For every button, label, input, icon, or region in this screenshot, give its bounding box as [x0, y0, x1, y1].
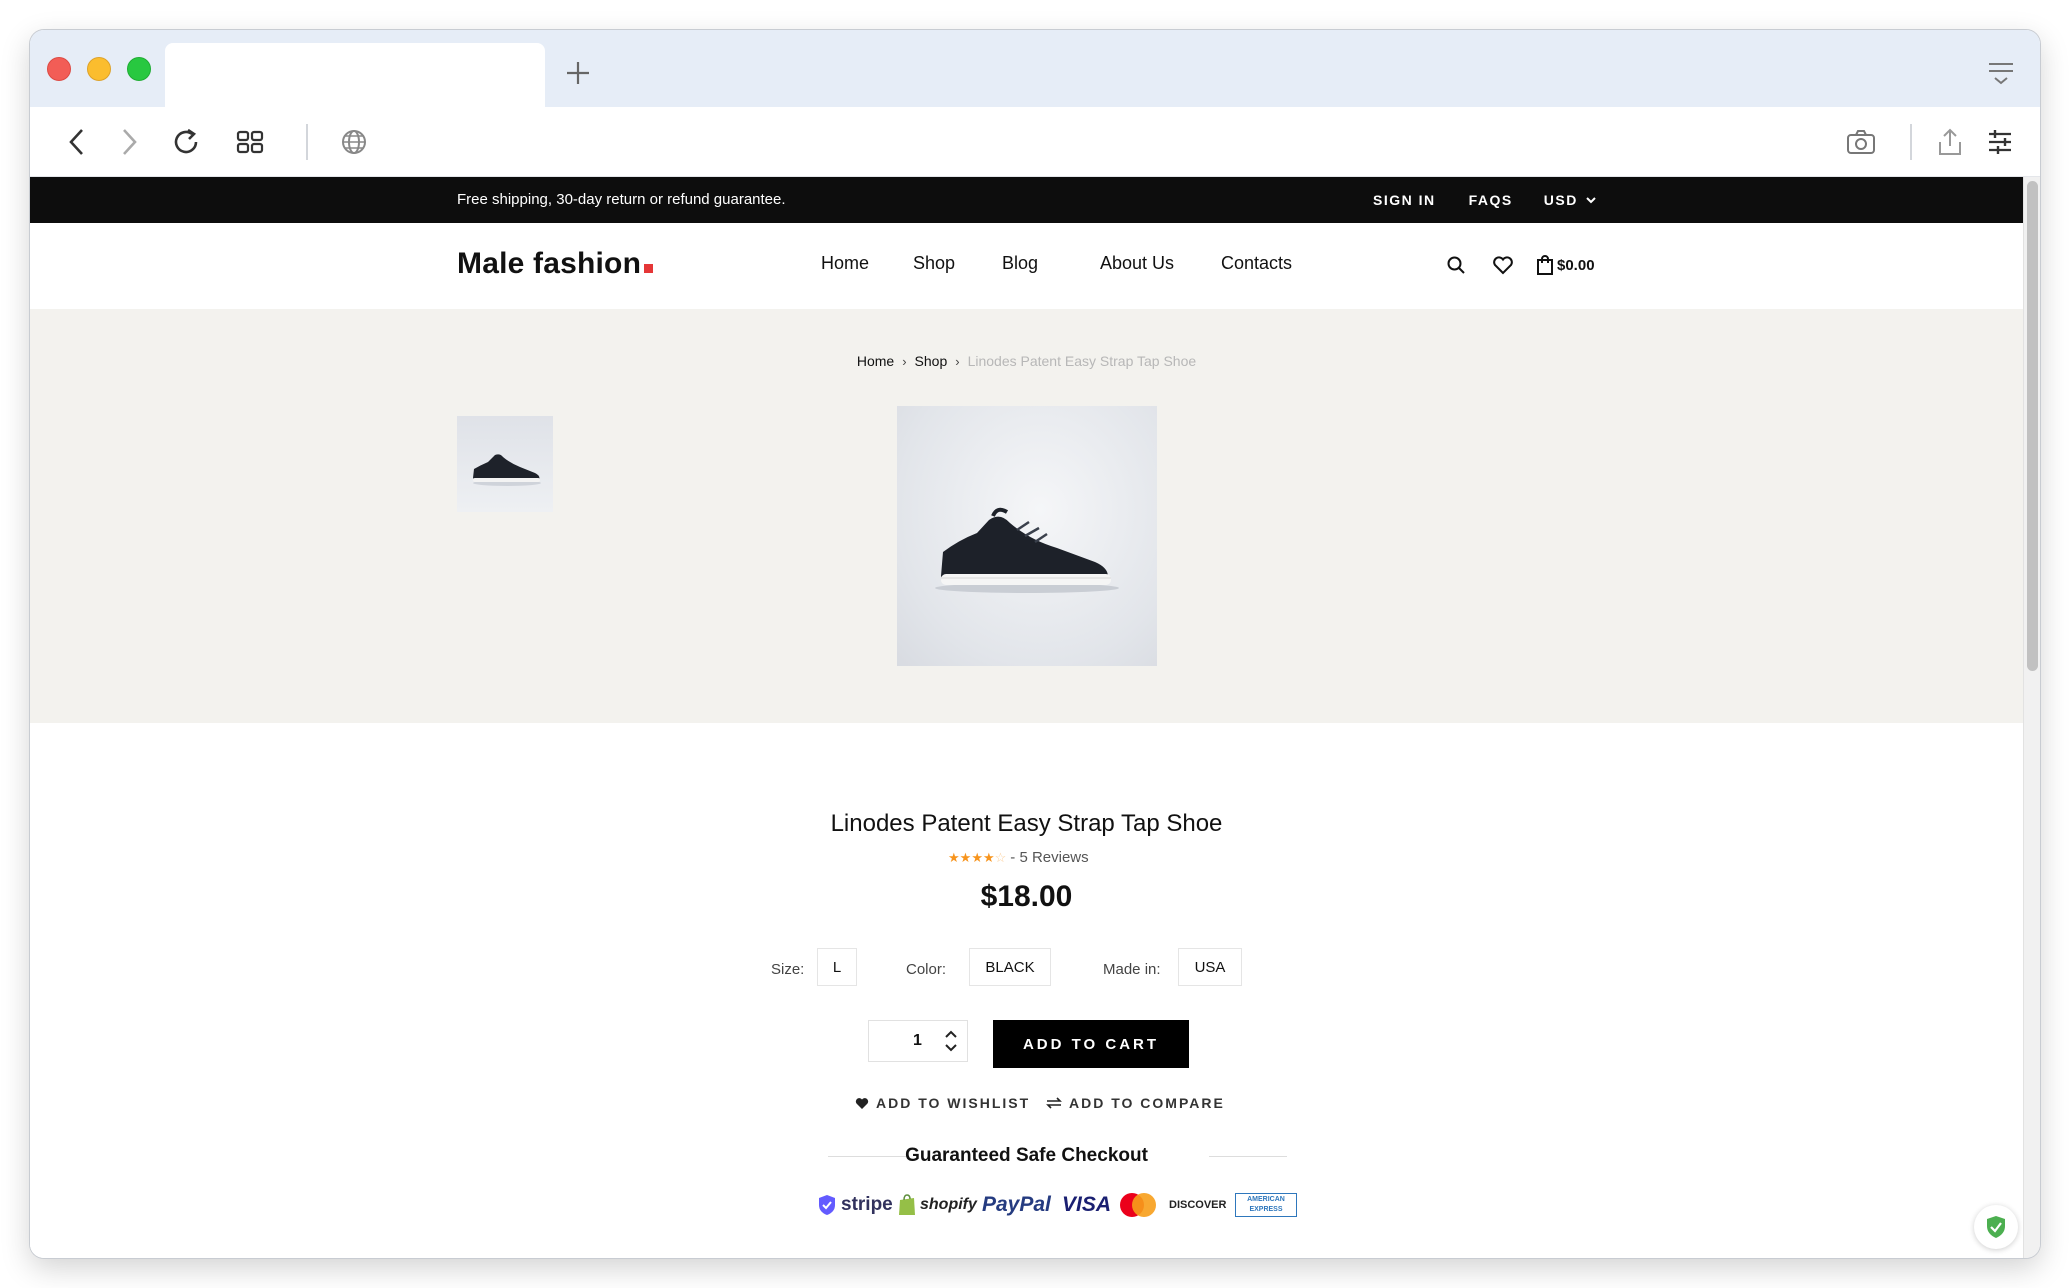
chevron-up-icon[interactable] [943, 1027, 959, 1041]
site-logo[interactable]: Male fashion [457, 247, 654, 281]
logo-accent-dot [644, 264, 654, 273]
breadcrumb-shop[interactable]: Shop [915, 353, 948, 369]
currency-dropdown[interactable]: USD [1544, 192, 1597, 208]
compare-arrows-icon [1046, 1097, 1062, 1109]
product-details: Linodes Patent Easy Strap Tap Shoe ★ ★ ★ ★ ☆… [30, 723, 2023, 1258]
chevron-down-icon [1586, 197, 1596, 204]
site-header: Male fashion Home Shop Blog About Us Con… [30, 223, 2023, 309]
close-window-button[interactable] [47, 57, 71, 81]
nav-contacts[interactable]: Contacts [1221, 253, 1292, 274]
shopping-bag-icon[interactable] [1532, 252, 1558, 278]
toolbar-divider [1910, 124, 1912, 160]
mastercard-circles-icon [1120, 1193, 1156, 1217]
browser-window: Free shipping, 30-day return or refund g… [30, 30, 2040, 1258]
heart-icon [855, 1097, 869, 1109]
quantity-input[interactable]: 1 [913, 1032, 922, 1050]
add-to-cart-button[interactable]: ADD TO CART [993, 1020, 1189, 1068]
currency-label: USD [1543, 192, 1578, 208]
maximize-window-button[interactable] [127, 57, 151, 81]
chevron-right-icon: › [902, 354, 907, 369]
visa-logo: VISA [1062, 1193, 1112, 1216]
discover-logo: DISCOVER [1169, 1199, 1227, 1211]
sliders-icon[interactable] [1980, 122, 2020, 162]
product-main-image[interactable] [897, 406, 1157, 666]
plus-icon[interactable] [562, 57, 594, 89]
add-to-wishlist-link[interactable]: ADD TO WISHLIST [855, 1095, 1030, 1111]
reload-icon[interactable] [166, 122, 206, 162]
chevron-down-icon[interactable] [943, 1041, 959, 1055]
made-in-option[interactable]: USA [1178, 948, 1242, 986]
faqs-link[interactable]: FAQS [1469, 192, 1513, 208]
shopify-logo: shopify [897, 1189, 977, 1221]
divider-line [1209, 1156, 1287, 1157]
share-icon[interactable] [1930, 122, 1970, 162]
star-filled-icon: ★ [982, 850, 995, 865]
sign-in-link[interactable]: SIGN IN [1373, 192, 1436, 208]
product-price: $18.00 [980, 880, 1073, 913]
mastercard-logo [1118, 1189, 1158, 1221]
security-shield-icon[interactable] [1974, 1205, 2018, 1249]
scrollbar-thumb[interactable] [2027, 181, 2038, 671]
minimize-window-button[interactable] [87, 57, 111, 81]
quantity-stepper: 1 [868, 1020, 968, 1062]
reviews-count[interactable]: - 5 Reviews [1010, 849, 1088, 866]
stripe-text: stripe [841, 1194, 893, 1215]
breadcrumb: Home › Shop › Linodes Patent Easy Strap Tap … [30, 353, 2023, 369]
shopify-bag-icon [899, 1194, 915, 1215]
breadcrumb-home[interactable]: Home [857, 353, 894, 369]
star-filled-icon: ★ [971, 850, 983, 865]
shield-icon [819, 1195, 835, 1215]
add-to-compare-link[interactable]: ADD TO COMPARE [1046, 1095, 1225, 1111]
size-label: Size: [771, 961, 805, 978]
color-option[interactable]: BLACK [969, 948, 1051, 986]
cart-total[interactable]: $0.00 [1557, 257, 1595, 274]
announcement-bar: Free shipping, 30-day return or refund g… [30, 177, 2023, 223]
heart-icon[interactable] [1490, 252, 1516, 278]
chevron-right-icon: › [955, 354, 960, 369]
amex-text: AMERICAN EXPRESS [1235, 1193, 1297, 1217]
page-viewport: Free shipping, 30-day return or refund g… [30, 177, 2023, 1258]
globe-icon[interactable] [334, 122, 374, 162]
page-scrollbar[interactable] [2023, 177, 2040, 1258]
star-filled-icon: ★ [948, 850, 960, 865]
size-option[interactable]: L [817, 948, 857, 986]
logo-text: Male fashion [457, 247, 642, 280]
product-gallery: Home › Shop › Linodes Patent Easy Strap Tap … [30, 309, 2023, 723]
topbar-links: SIGN IN FAQS USD [1373, 192, 1597, 208]
product-thumbnail[interactable] [457, 416, 553, 512]
amex-logo: AMERICAN EXPRESS [1235, 1189, 1297, 1221]
chevron-left-icon[interactable] [58, 122, 98, 162]
made-in-label: Made in: [1103, 961, 1161, 978]
tab-bar [30, 30, 2040, 107]
toolbar-divider [306, 124, 308, 160]
nav-home[interactable]: Home [821, 253, 869, 274]
payment-logos: stripe shopify PayPal VISA DISCOVER AMER… [30, 1189, 2023, 1229]
compare-label: ADD TO COMPARE [1069, 1095, 1225, 1111]
star-empty-icon: ☆ [994, 850, 1007, 865]
rating-stars: ★ ★ ★ ★ ☆ [948, 851, 1006, 864]
checkout-title: Guaranteed Safe Checkout [905, 1145, 1148, 1166]
chevron-right-icon[interactable] [108, 122, 148, 162]
nav-blog[interactable]: Blog [1002, 253, 1038, 274]
menu-icon[interactable] [1986, 60, 2016, 88]
camera-icon[interactable] [1841, 122, 1881, 162]
nav-about-us[interactable]: About Us [1100, 253, 1174, 274]
color-label: Color: [906, 961, 947, 978]
wishlist-label: ADD TO WISHLIST [876, 1095, 1031, 1111]
search-icon[interactable] [1443, 252, 1469, 278]
browser-toolbar [30, 107, 2040, 177]
stripe-logo: stripe [817, 1189, 893, 1221]
grid-icon[interactable] [230, 122, 270, 162]
active-tab[interactable] [165, 43, 545, 107]
paypal-logo: PayPal [982, 1193, 1051, 1216]
product-rating: ★ ★ ★ ★ ☆ - 5 Reviews [948, 849, 1089, 866]
nav-shop[interactable]: Shop [913, 253, 955, 274]
promo-text: Free shipping, 30-day return or refund g… [457, 191, 786, 208]
breadcrumb-current: Linodes Patent Easy Strap Tap Shoe [967, 353, 1197, 369]
product-title: Linodes Patent Easy Strap Tap Shoe [830, 810, 1223, 837]
star-filled-icon: ★ [959, 850, 972, 865]
shopify-text: shopify [920, 1196, 977, 1213]
